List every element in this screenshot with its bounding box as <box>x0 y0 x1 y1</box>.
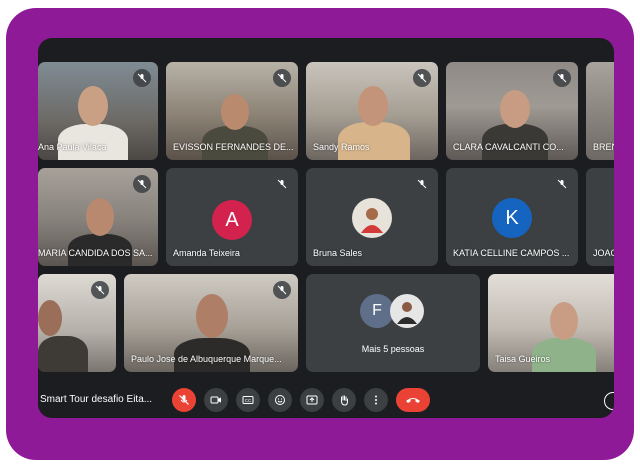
participant-tile[interactable]: A Amanda Teixeira <box>166 168 298 266</box>
participant-video <box>38 336 88 372</box>
participant-face <box>38 300 62 336</box>
participant-tile[interactable]: Paulo Jose de Albuquerque Marque... <box>124 274 298 372</box>
svg-text:CC: CC <box>245 398 252 403</box>
avatar: A <box>212 200 252 240</box>
participant-face <box>550 302 578 340</box>
participant-tile[interactable]: EVISSON FERNANDES DE... <box>166 62 298 160</box>
mic-off-icon <box>273 281 291 299</box>
participant-video <box>338 122 410 160</box>
participant-name: EVISSON FERNANDES DE... <box>173 142 294 152</box>
mic-off-icon <box>273 69 291 87</box>
participant-name: MARIA CANDIDA DOS SA... <box>38 248 153 258</box>
participant-name: Sandy Ramos <box>313 142 370 152</box>
participant-name: BREN <box>593 142 614 152</box>
avatar: K <box>492 198 532 238</box>
camera-icon[interactable] <box>204 388 228 412</box>
mic-off-icon <box>273 175 291 193</box>
info-icon[interactable] <box>604 392 614 410</box>
participant-name: Amanda Teixeira <box>173 248 240 258</box>
mic-off-icon <box>413 175 431 193</box>
participant-tile[interactable] <box>38 274 116 372</box>
participant-face <box>358 86 388 126</box>
participant-tile[interactable]: K KATIA CELLINE CAMPOS ... <box>446 168 578 266</box>
end-call-icon[interactable] <box>396 388 430 412</box>
participant-face <box>196 294 228 338</box>
more-options-icon[interactable] <box>364 388 388 412</box>
participant-name: JOAO <box>593 248 614 258</box>
participant-name: CLARA CAVALCANTI CO... <box>453 142 564 152</box>
participant-tile[interactable]: BREN <box>586 62 614 160</box>
emoji-icon[interactable] <box>268 388 292 412</box>
avatar <box>352 198 392 238</box>
participant-tile[interactable]: MARIA CANDIDA DOS SA... <box>38 168 158 266</box>
mic-off-icon <box>553 175 571 193</box>
mic-off-icon <box>133 69 151 87</box>
participant-tile[interactable]: Bruna Sales <box>306 168 438 266</box>
participant-face <box>78 86 108 126</box>
more-people-label: Mais 5 pessoas <box>361 344 425 354</box>
participant-name: Paulo Jose de Albuquerque Marque... <box>131 354 282 364</box>
participant-face <box>221 94 249 130</box>
avatar <box>390 294 424 328</box>
meet-window: Ana Paula Vilaca EVISSON FERNANDES DE...… <box>38 38 614 418</box>
participant-tile[interactable]: Taisa Gueiros <box>488 274 614 372</box>
participant-tile[interactable]: Sandy Ramos <box>306 62 438 160</box>
participant-name: KATIA CELLINE CAMPOS ... <box>453 248 570 258</box>
mic-off-icon <box>553 69 571 87</box>
captions-icon[interactable]: CC <box>236 388 260 412</box>
participant-name: Taisa Gueiros <box>495 354 551 364</box>
participant-tile[interactable]: JOAO <box>586 168 614 266</box>
participant-tile[interactable]: CLARA CAVALCANTI CO... <box>446 62 578 160</box>
mic-off-icon <box>133 175 151 193</box>
present-icon[interactable] <box>300 388 324 412</box>
mic-off-icon <box>91 281 109 299</box>
meeting-controls-bar: Smart Tour desafio Eita... CC <box>38 382 614 418</box>
more-participants-tile[interactable]: F Mais 5 pessoas <box>306 274 480 372</box>
participant-tile[interactable]: Ana Paula Vilaca <box>38 62 158 160</box>
participant-name: Ana Paula Vilaca <box>38 142 107 152</box>
mic-off-icon <box>413 69 431 87</box>
avatar: F <box>360 294 394 328</box>
participant-face <box>500 90 530 128</box>
meeting-title: Smart Tour desafio Eita... <box>40 394 153 405</box>
participant-name: Bruna Sales <box>313 248 363 258</box>
participant-face <box>86 198 114 236</box>
raise-hand-icon[interactable] <box>332 388 356 412</box>
mic-off-icon[interactable] <box>172 388 196 412</box>
